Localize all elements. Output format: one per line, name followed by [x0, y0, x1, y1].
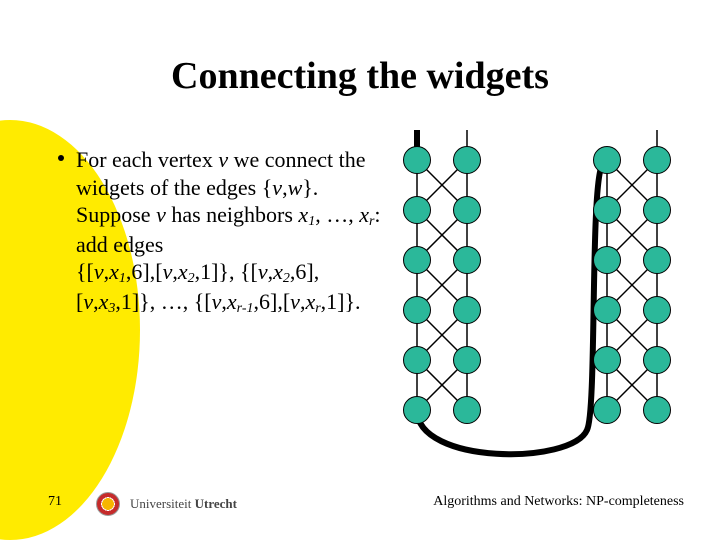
node: [403, 146, 431, 174]
bullet-text: For each vertex v we connect the widgets…: [76, 146, 386, 317]
xe: x: [227, 289, 237, 314]
node: [593, 296, 621, 324]
vb: v: [163, 259, 173, 284]
vd: v: [83, 289, 93, 314]
node: [453, 396, 481, 424]
node: [643, 246, 671, 274]
widget-diagram: [392, 130, 702, 470]
node: [643, 396, 671, 424]
uni-bold: Utrecht: [195, 496, 237, 511]
va: v: [94, 259, 104, 284]
xa: x: [109, 259, 119, 284]
node: [643, 346, 671, 374]
university-logo: Universiteit Utrecht: [96, 492, 237, 516]
node: [593, 196, 621, 224]
node: [403, 296, 431, 324]
sb: 2: [188, 271, 195, 286]
t0: For each vertex: [76, 147, 218, 172]
sa: 1: [119, 271, 126, 286]
t15: ,1]}, …, {[: [115, 289, 211, 314]
node: [453, 196, 481, 224]
node: [593, 146, 621, 174]
xd: x: [99, 289, 109, 314]
node: [643, 196, 671, 224]
t19: ,1]}.: [321, 289, 361, 314]
node: [453, 296, 481, 324]
var-xr: x: [359, 202, 369, 227]
var-v1: v: [218, 147, 228, 172]
var-w: w: [288, 175, 303, 200]
node: [643, 146, 671, 174]
xb: x: [178, 259, 188, 284]
page-number: 71: [48, 494, 62, 510]
course-name: Algorithms and Networks: NP-completeness: [433, 494, 684, 510]
seal-icon: [96, 492, 120, 516]
footer: 71 Universiteit Utrecht Algorithms and N…: [0, 480, 720, 510]
t17: ,6],[: [254, 289, 291, 314]
t9: ,6],[: [126, 259, 163, 284]
node: [593, 246, 621, 274]
vc: v: [258, 259, 268, 284]
node: [593, 396, 621, 424]
xc: x: [273, 259, 283, 284]
uni-text: Universiteit Utrecht: [130, 496, 237, 511]
t7: {[: [76, 259, 94, 284]
t4: has neighbors: [166, 202, 299, 227]
se: r-1: [237, 301, 254, 316]
xf: x: [305, 289, 315, 314]
var-x1: x: [298, 202, 308, 227]
t5: , …,: [315, 202, 359, 227]
sc: 2: [283, 271, 290, 286]
var-v3: v: [156, 202, 166, 227]
ve: v: [212, 289, 222, 314]
node: [453, 346, 481, 374]
var-v2: v: [272, 175, 282, 200]
node: [593, 346, 621, 374]
node: [453, 146, 481, 174]
node: [643, 296, 671, 324]
vf: v: [290, 289, 300, 314]
node: [403, 196, 431, 224]
bullet-marker: [58, 155, 64, 161]
uni-prefix: Universiteit: [130, 496, 191, 511]
slide-title: Connecting the widgets: [0, 54, 720, 98]
node: [403, 346, 431, 374]
t11: ,1]}, {[: [195, 259, 258, 284]
node: [403, 246, 431, 274]
node: [453, 246, 481, 274]
node: [403, 396, 431, 424]
